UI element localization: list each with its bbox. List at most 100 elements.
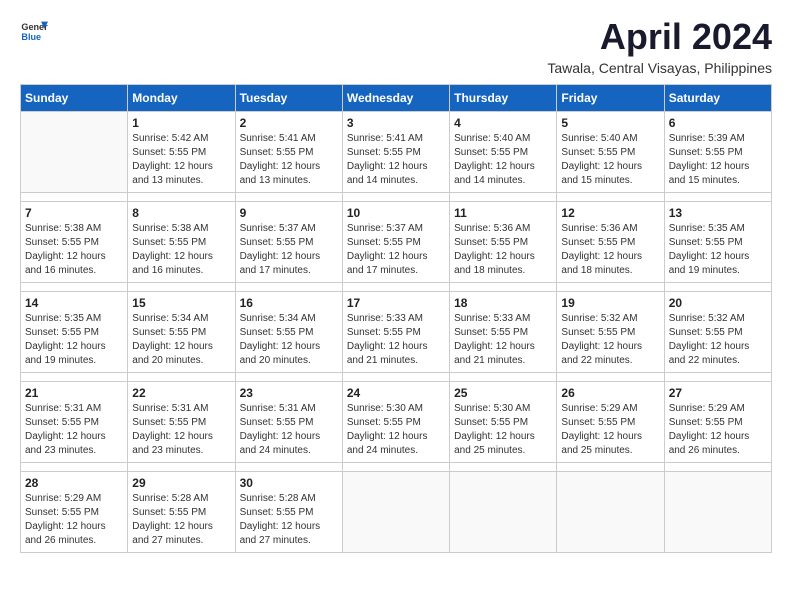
day-number: 6 xyxy=(669,116,767,130)
day-number: 1 xyxy=(132,116,230,130)
separator-cell xyxy=(342,373,449,382)
table-row: 9Sunrise: 5:37 AM Sunset: 5:55 PM Daylig… xyxy=(235,202,342,283)
day-info: Sunrise: 5:29 AM Sunset: 5:55 PM Dayligh… xyxy=(561,402,659,458)
day-info: Sunrise: 5:37 AM Sunset: 5:55 PM Dayligh… xyxy=(347,222,445,278)
calendar-week-row: 21Sunrise: 5:31 AM Sunset: 5:55 PM Dayli… xyxy=(21,382,772,463)
day-number: 18 xyxy=(454,296,552,310)
day-number: 5 xyxy=(561,116,659,130)
day-info: Sunrise: 5:30 AM Sunset: 5:55 PM Dayligh… xyxy=(347,402,445,458)
separator-cell xyxy=(235,283,342,292)
day-number: 15 xyxy=(132,296,230,310)
table-row: 15Sunrise: 5:34 AM Sunset: 5:55 PM Dayli… xyxy=(128,292,235,373)
table-row xyxy=(342,472,449,553)
separator-cell xyxy=(342,283,449,292)
separator-cell xyxy=(342,193,449,202)
separator-cell xyxy=(235,373,342,382)
location-subtitle: Tawala, Central Visayas, Philippines xyxy=(547,60,772,76)
table-row: 3 Sunrise: 5:41 AM Sunset: 5:55 PM Daylig… xyxy=(342,112,449,193)
day-info: Sunrise: 5:33 AM Sunset: 5:55 PM Dayligh… xyxy=(454,312,552,368)
day-info: Sunrise: 5:35 AM Sunset: 5:55 PM Dayligh… xyxy=(669,222,767,278)
day-number: 3 xyxy=(347,116,445,130)
table-row: 27 Sunrise: 5:29 AM Sunset: 5:55 PM Dayli… xyxy=(664,382,771,463)
table-row: 21Sunrise: 5:31 AM Sunset: 5:55 PM Dayli… xyxy=(21,382,128,463)
day-number: 2 xyxy=(240,116,338,130)
day-number: 7 xyxy=(25,206,123,220)
table-row: 7Sunrise: 5:38 AM Sunset: 5:55 PM Daylig… xyxy=(21,202,128,283)
separator-row xyxy=(21,373,772,382)
day-number: 17 xyxy=(347,296,445,310)
table-row: 29Sunrise: 5:28 AM Sunset: 5:55 PM Dayli… xyxy=(128,472,235,553)
separator-cell xyxy=(664,463,771,472)
weekday-header-row: SundayMondayTuesdayWednesdayThursdayFrid… xyxy=(21,85,772,112)
separator-cell xyxy=(664,193,771,202)
table-row: 24Sunrise: 5:30 AM Sunset: 5:55 PM Dayli… xyxy=(342,382,449,463)
table-row: 11Sunrise: 5:36 AM Sunset: 5:55 PM Dayli… xyxy=(450,202,557,283)
table-row: 6 Sunrise: 5:39 AM Sunset: 5:55 PM Daylig… xyxy=(664,112,771,193)
day-info: Sunrise: 5:32 AM Sunset: 5:55 PM Dayligh… xyxy=(561,312,659,368)
weekday-header-thursday: Thursday xyxy=(450,85,557,112)
table-row: 1Sunrise: 5:42 AM Sunset: 5:55 PM Daylig… xyxy=(128,112,235,193)
table-row xyxy=(21,112,128,193)
table-row: 4Sunrise: 5:40 AM Sunset: 5:55 PM Daylig… xyxy=(450,112,557,193)
day-number: 13 xyxy=(669,206,767,220)
day-info: Sunrise: 5:32 AM Sunset: 5:55 PM Dayligh… xyxy=(669,312,767,368)
table-row xyxy=(557,472,664,553)
separator-cell xyxy=(21,373,128,382)
table-row: 25Sunrise: 5:30 AM Sunset: 5:55 PM Dayli… xyxy=(450,382,557,463)
calendar-week-row: 7 Sunrise: 5:38 AM Sunset: 5:55 PM Daylig… xyxy=(21,202,772,283)
day-info: Sunrise: 5:35 AM Sunset: 5:55 PM Dayligh… xyxy=(25,312,123,368)
table-row: 12Sunrise: 5:36 AM Sunset: 5:55 PM Dayli… xyxy=(557,202,664,283)
title-area: April 2024 Tawala, Central Visayas, Phil… xyxy=(547,16,772,76)
day-info: Sunrise: 5:41 AM Sunset: 5:55 PM Dayligh… xyxy=(240,132,338,188)
weekday-header-friday: Friday xyxy=(557,85,664,112)
separator-row xyxy=(21,463,772,472)
day-number: 22 xyxy=(132,386,230,400)
table-row: 23Sunrise: 5:31 AM Sunset: 5:55 PM Dayli… xyxy=(235,382,342,463)
day-info: Sunrise: 5:34 AM Sunset: 5:55 PM Dayligh… xyxy=(240,312,338,368)
separator-cell xyxy=(450,373,557,382)
calendar-week-row: 1Sunrise: 5:42 AM Sunset: 5:55 PM Daylig… xyxy=(21,112,772,193)
weekday-header-tuesday: Tuesday xyxy=(235,85,342,112)
separator-cell xyxy=(557,463,664,472)
day-info: Sunrise: 5:40 AM Sunset: 5:55 PM Dayligh… xyxy=(561,132,659,188)
separator-cell xyxy=(128,193,235,202)
separator-cell xyxy=(557,193,664,202)
day-info: Sunrise: 5:29 AM Sunset: 5:55 PM Dayligh… xyxy=(669,402,767,458)
weekday-header-sunday: Sunday xyxy=(21,85,128,112)
day-info: Sunrise: 5:41 AM Sunset: 5:55 PM Dayligh… xyxy=(347,132,445,188)
separator-cell xyxy=(664,283,771,292)
day-info: Sunrise: 5:37 AM Sunset: 5:55 PM Dayligh… xyxy=(240,222,338,278)
separator-cell xyxy=(235,193,342,202)
day-info: Sunrise: 5:39 AM Sunset: 5:55 PM Dayligh… xyxy=(669,132,767,188)
table-row: 26Sunrise: 5:29 AM Sunset: 5:55 PM Dayli… xyxy=(557,382,664,463)
separator-cell xyxy=(557,283,664,292)
day-number: 27 xyxy=(669,386,767,400)
day-number: 10 xyxy=(347,206,445,220)
separator-row xyxy=(21,283,772,292)
logo: General Blue xyxy=(20,16,48,44)
separator-cell xyxy=(450,463,557,472)
day-info: Sunrise: 5:30 AM Sunset: 5:55 PM Dayligh… xyxy=(454,402,552,458)
day-info: Sunrise: 5:38 AM Sunset: 5:55 PM Dayligh… xyxy=(132,222,230,278)
table-row: 14Sunrise: 5:35 AM Sunset: 5:55 PM Dayli… xyxy=(21,292,128,373)
day-info: Sunrise: 5:28 AM Sunset: 5:55 PM Dayligh… xyxy=(240,492,338,548)
day-info: Sunrise: 5:31 AM Sunset: 5:55 PM Dayligh… xyxy=(25,402,123,458)
day-info: Sunrise: 5:31 AM Sunset: 5:55 PM Dayligh… xyxy=(132,402,230,458)
weekday-header-saturday: Saturday xyxy=(664,85,771,112)
day-number: 28 xyxy=(25,476,123,490)
day-info: Sunrise: 5:29 AM Sunset: 5:55 PM Dayligh… xyxy=(25,492,123,548)
day-info: Sunrise: 5:33 AM Sunset: 5:55 PM Dayligh… xyxy=(347,312,445,368)
table-row: 16Sunrise: 5:34 AM Sunset: 5:55 PM Dayli… xyxy=(235,292,342,373)
table-row: 13 Sunrise: 5:35 AM Sunset: 5:55 PM Dayli… xyxy=(664,202,771,283)
table-row: 8 Sunrise: 5:38 AM Sunset: 5:55 PM Daylig… xyxy=(128,202,235,283)
separator-cell xyxy=(128,463,235,472)
separator-cell xyxy=(450,193,557,202)
day-number: 8 xyxy=(132,206,230,220)
header: General Blue April 2024 Tawala, Central … xyxy=(20,16,772,76)
logo-icon: General Blue xyxy=(20,16,48,44)
separator-cell xyxy=(21,193,128,202)
day-number: 11 xyxy=(454,206,552,220)
separator-cell xyxy=(557,373,664,382)
weekday-header-wednesday: Wednesday xyxy=(342,85,449,112)
day-number: 4 xyxy=(454,116,552,130)
